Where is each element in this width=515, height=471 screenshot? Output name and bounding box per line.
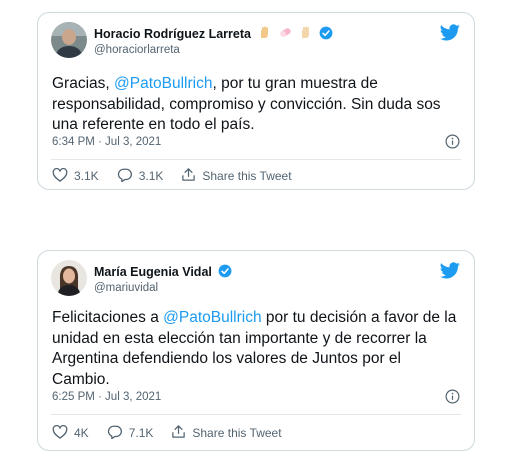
like-button[interactable]: 4K [52, 424, 89, 442]
twitter-bird-icon[interactable] [440, 262, 460, 284]
pill-emoji [279, 26, 292, 42]
tweet-actions: 4K 7.1K Share this Tweet [52, 424, 300, 442]
tweet-text-part: Felicitaciones a [52, 309, 164, 326]
avatar[interactable] [51, 22, 87, 58]
verified-badge-icon [319, 26, 333, 43]
author-name[interactable]: María Eugenia Vidal [94, 265, 212, 279]
author-handle[interactable]: @horaciorlarreta [94, 44, 180, 56]
like-count: 3.1K [74, 169, 99, 183]
reply-button[interactable]: 7.1K [107, 425, 154, 442]
tweet-card-vidal[interactable]: María Eugenia Vidal @mariuvidal Felicita… [37, 250, 475, 451]
divider [51, 414, 461, 415]
avatar[interactable] [51, 260, 87, 296]
tweet-text: Gracias, @PatoBullrich, por tu gran mues… [52, 74, 462, 136]
mention-link[interactable]: @PatoBullrich [163, 309, 261, 326]
tweet-actions: 3.1K 3.1K Share this Tweet [52, 167, 310, 185]
share-button[interactable]: Share this Tweet [181, 167, 292, 185]
share-label: Share this Tweet [202, 169, 292, 183]
mention-link[interactable]: @PatoBullrich [114, 75, 212, 92]
like-button[interactable]: 3.1K [52, 167, 99, 185]
like-count: 4K [74, 426, 89, 440]
raised-hand-emoji [299, 26, 312, 42]
heart-icon [52, 167, 74, 185]
reply-count: 3.1K [138, 169, 164, 183]
tweet-card-larreta[interactable]: Horacio Rodríguez Larreta @horaciorlarre… [37, 12, 475, 190]
author-handle[interactable]: @mariuvidal [94, 282, 158, 294]
reply-icon [117, 168, 139, 185]
share-button[interactable]: Share this Tweet [171, 424, 282, 442]
reply-button[interactable]: 3.1K [117, 168, 164, 185]
tweet-timestamp[interactable]: 6:25 PM · Jul 3, 2021 [52, 391, 161, 403]
tweet-text-part: Gracias, [52, 75, 115, 92]
tweet-text: Felicitaciones a @PatoBullrich por tu de… [52, 308, 462, 390]
info-icon[interactable] [445, 134, 460, 154]
share-icon [181, 167, 202, 185]
reply-icon [107, 425, 129, 442]
raised-hand-emoji [258, 26, 271, 42]
twitter-bird-icon[interactable] [440, 24, 460, 46]
author-name-row[interactable]: María Eugenia Vidal [94, 264, 232, 281]
author-name[interactable]: Horacio Rodríguez Larreta [94, 27, 251, 41]
author-name-row[interactable]: Horacio Rodríguez Larreta [94, 26, 333, 43]
divider [51, 159, 461, 160]
reply-count: 7.1K [128, 426, 154, 440]
info-icon[interactable] [445, 389, 460, 409]
share-label: Share this Tweet [192, 426, 282, 440]
share-icon [171, 424, 192, 442]
verified-badge-icon [218, 264, 232, 281]
tweet-timestamp[interactable]: 6:34 PM · Jul 3, 2021 [52, 136, 161, 148]
heart-icon [52, 424, 74, 442]
